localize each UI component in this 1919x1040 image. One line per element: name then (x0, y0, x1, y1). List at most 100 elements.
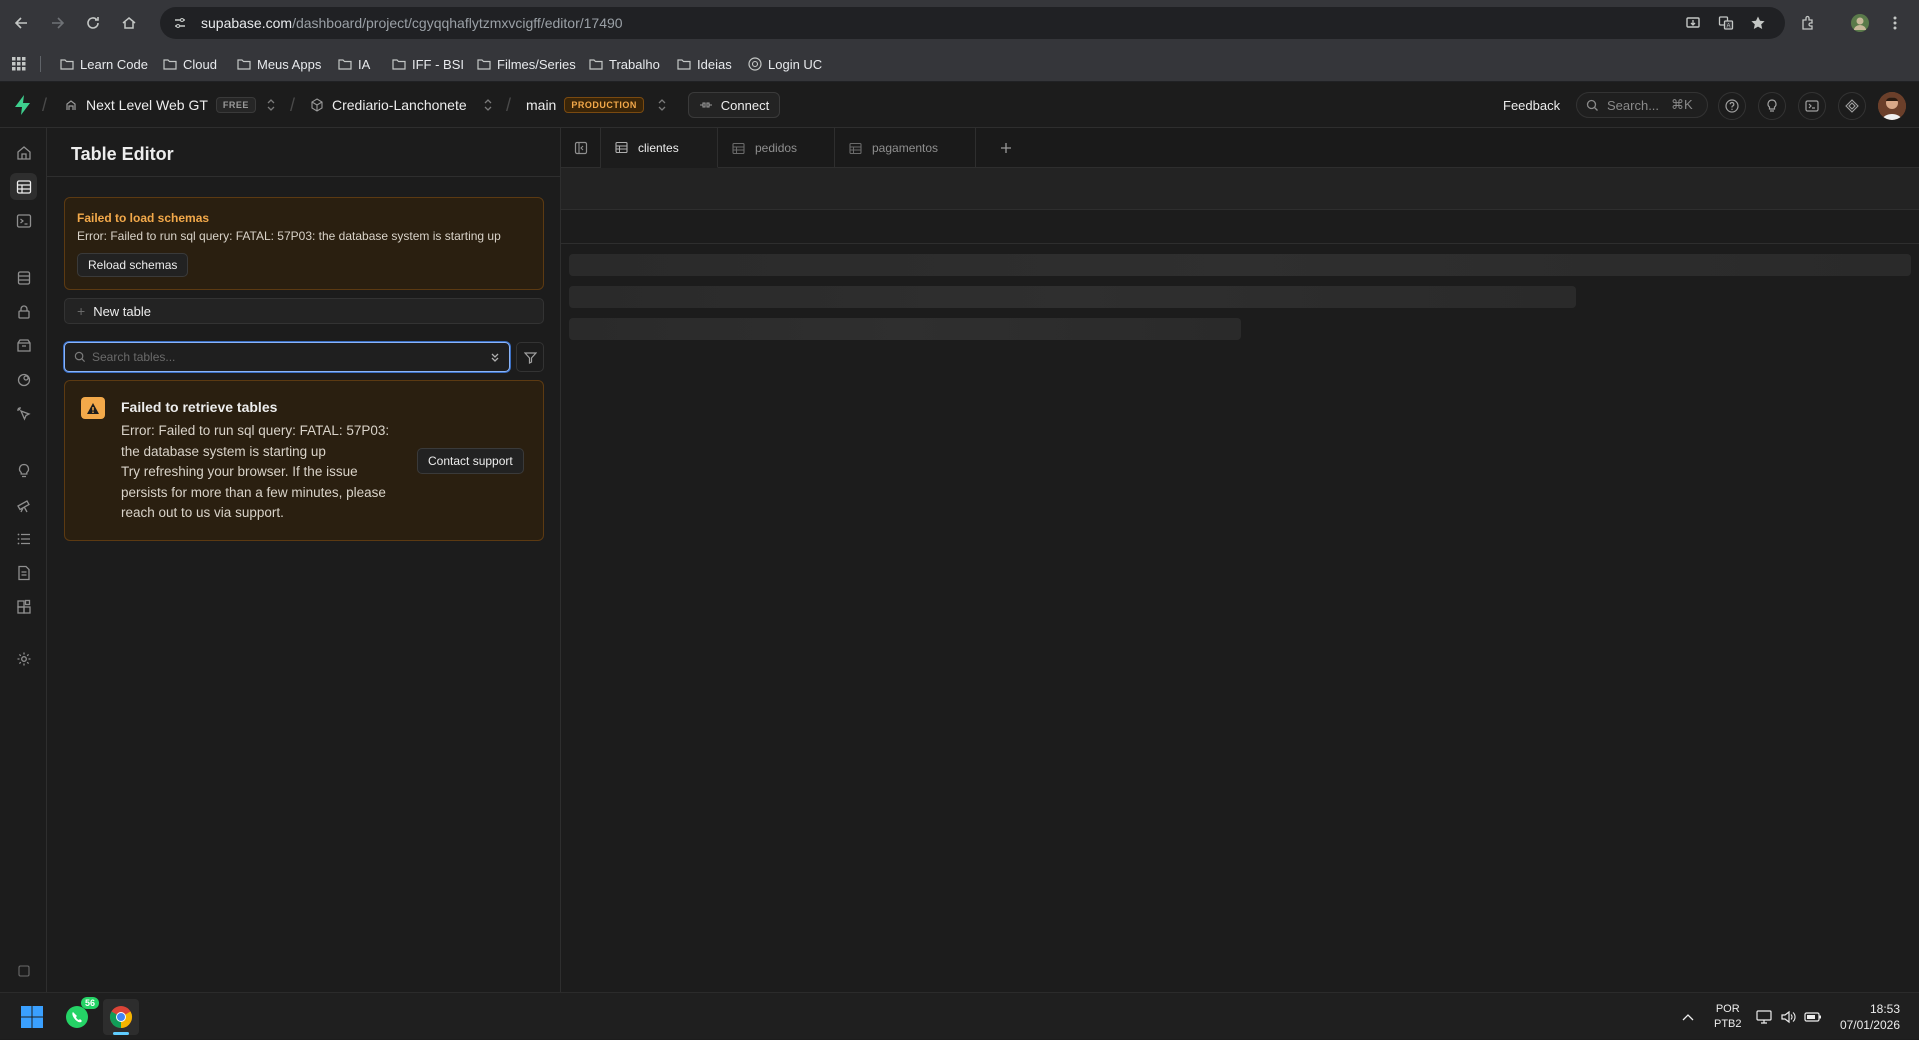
integrations-icon[interactable] (10, 593, 37, 620)
bookmark-item[interactable]: Cloud (163, 54, 217, 74)
supabase-logo-icon[interactable] (14, 82, 32, 128)
browser-menu-icon[interactable] (1882, 10, 1908, 36)
address-bar[interactable]: supabase.com/dashboard/project/cgyqqhafl… (160, 7, 1785, 39)
database-icon[interactable] (10, 264, 37, 291)
tab-pagamentos[interactable]: pagamentos (835, 128, 976, 168)
whatsapp-icon[interactable]: 56 (59, 997, 99, 1035)
new-table-label: New table (93, 303, 151, 319)
connect-button[interactable]: Connect (688, 92, 780, 118)
environment-badge: PRODUCTION (564, 97, 644, 113)
sidebar-toggle-icon[interactable] (10, 957, 37, 984)
tab-label: pedidos (755, 141, 798, 155)
profile-avatar-icon[interactable] (1847, 10, 1873, 36)
site-info-icon[interactable] (169, 12, 191, 34)
sql-editor-icon[interactable] (10, 207, 37, 234)
terminal-icon[interactable] (1798, 92, 1826, 120)
help-icon[interactable] (1718, 92, 1746, 120)
url-text: supabase.com/dashboard/project/cgyqqhafl… (201, 15, 623, 31)
logs-list-icon[interactable] (10, 525, 37, 552)
chrome-icon[interactable] (103, 999, 139, 1035)
advisor-lightbulb-icon[interactable] (1758, 92, 1786, 120)
folder-icon (338, 58, 352, 70)
translate-icon[interactable]: A (1713, 10, 1739, 36)
home-icon[interactable] (116, 10, 142, 36)
filter-icon[interactable] (516, 342, 544, 372)
edge-functions-icon[interactable] (10, 366, 37, 393)
tab-pedidos[interactable]: pedidos (718, 128, 835, 168)
install-app-icon[interactable] (1680, 10, 1706, 36)
assistant-icon[interactable] (1838, 92, 1866, 120)
lang-secondary: PTB2 (1714, 1017, 1742, 1030)
apps-grid-icon[interactable] (12, 54, 26, 74)
bookmarks-bar: Learn Code Cloud Meus Apps IA IFF - BSI Filme… (0, 46, 1919, 82)
notification-badge: 56 (80, 997, 99, 1009)
schema-error-title: Failed to load schemas (77, 211, 210, 225)
chevrons-down-icon[interactable] (489, 351, 501, 363)
breadcrumb-separator: / (290, 94, 296, 115)
bookmark-item[interactable]: Trabalho (589, 54, 660, 74)
plan-badge: FREE (215, 97, 256, 113)
bookmark-label: IA (358, 56, 371, 72)
extensions-icon[interactable] (1795, 10, 1821, 36)
reload-schemas-button[interactable]: Reload schemas (77, 253, 189, 277)
user-avatar[interactable] (1878, 92, 1906, 120)
sidebar-divider (47, 176, 561, 177)
new-table-button[interactable]: + New table (64, 298, 544, 324)
global-search[interactable]: Search... ⌘K (1576, 92, 1708, 118)
collapse-sidebar-icon[interactable] (561, 128, 601, 168)
advisors-lightbulb-icon[interactable] (10, 457, 37, 484)
settings-gear-icon[interactable] (10, 645, 37, 672)
search-tables-field[interactable] (64, 342, 510, 372)
observability-telescope-icon[interactable] (10, 491, 37, 518)
input-language[interactable]: POR PTB2 (1714, 993, 1742, 1040)
bookmark-label: IFF - BSI (412, 56, 464, 72)
bookmark-item[interactable]: Ideias (677, 54, 732, 74)
bookmark-label: Ideias (697, 56, 732, 72)
svg-text:A: A (1726, 24, 1730, 30)
reload-icon[interactable] (80, 10, 106, 36)
schema-error-alert: Failed to load schemas Error: Failed to … (64, 197, 544, 290)
storage-icon[interactable] (10, 332, 37, 359)
bookmark-item[interactable]: Filmes/Series (477, 54, 576, 74)
bookmark-item[interactable]: IFF - BSI (392, 54, 464, 74)
org-selector[interactable]: Next Level Web GT FREE (64, 82, 256, 128)
folder-icon (237, 58, 251, 70)
bookmark-item[interactable]: Meus Apps (237, 54, 321, 74)
search-icon (74, 351, 86, 363)
bookmark-item[interactable]: Login UC (748, 54, 822, 74)
breadcrumb-separator: / (42, 94, 48, 115)
back-icon[interactable] (9, 10, 35, 36)
network-icon (1756, 1009, 1772, 1024)
clock[interactable]: 18:53 07/01/2026 (1836, 993, 1900, 1040)
project-selector[interactable]: Crediario-Lanchonete (310, 82, 467, 128)
branch-selector[interactable]: main PRODUCTION (526, 82, 644, 128)
editor-tab-bar: clientes pedidos pagamentos (561, 128, 1919, 168)
bookmark-star-icon[interactable] (1745, 10, 1771, 36)
bookmark-label: Trabalho (609, 56, 660, 72)
table-editor-icon[interactable] (10, 173, 37, 200)
bookmark-item[interactable]: Learn Code (60, 54, 148, 74)
forward-icon[interactable] (44, 10, 70, 36)
bookmark-label: Cloud (183, 56, 217, 72)
tables-error-hint: Try refreshing your browser. If the issu… (121, 464, 386, 520)
search-shortcut: ⌘K (1671, 97, 1693, 112)
branch-switch-icon[interactable] (657, 82, 667, 128)
grid-toolbar (561, 168, 1919, 210)
org-switch-icon[interactable] (266, 82, 276, 128)
tray-chevron-up-icon[interactable] (1682, 993, 1694, 1040)
search-tables-input[interactable] (92, 350, 462, 364)
contact-support-button[interactable]: Contact support (417, 448, 524, 474)
tab-clientes[interactable]: clientes (601, 128, 718, 168)
lang-primary: POR (1715, 1002, 1740, 1015)
api-docs-icon[interactable] (10, 559, 37, 586)
auth-lock-icon[interactable] (10, 298, 37, 325)
nav-rail (0, 128, 47, 992)
system-tray-icons[interactable] (1756, 993, 1822, 1040)
bookmark-item[interactable]: IA (338, 54, 370, 74)
windows-start-icon[interactable] (14, 999, 50, 1035)
feedback-button[interactable]: Feedback (1503, 82, 1560, 128)
project-switch-icon[interactable] (483, 82, 493, 128)
home-nav-icon[interactable] (10, 139, 37, 166)
add-tab-icon[interactable] (986, 128, 1026, 168)
realtime-icon[interactable] (10, 400, 37, 427)
